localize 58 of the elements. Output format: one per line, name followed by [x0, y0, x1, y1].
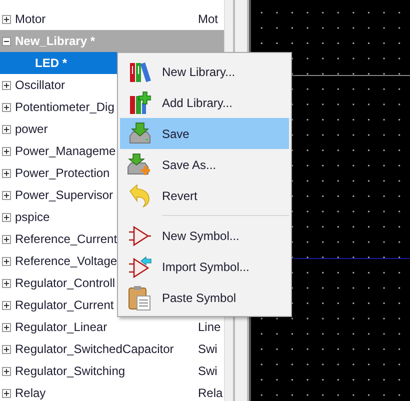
library-name: Relay [15, 386, 46, 400]
expand-icon[interactable] [2, 124, 11, 134]
library-name: Motor [15, 12, 46, 26]
op-amp-import-icon [128, 256, 152, 278]
library-name: pspice [15, 210, 50, 224]
library-description: Swi [198, 364, 218, 378]
library-description: Line [198, 320, 221, 334]
library-name: Regulator_Linear [15, 320, 108, 334]
save-as-drive-icon [127, 152, 153, 176]
menu-item[interactable]: Save [120, 118, 289, 149]
expand-icon[interactable] [2, 278, 11, 288]
menu-item[interactable]: Add Library... [120, 87, 289, 118]
collapse-icon[interactable] [2, 36, 11, 46]
expand-icon[interactable] [2, 190, 11, 200]
library-name: New_Library * [15, 34, 96, 48]
books-plus-icon [129, 90, 151, 114]
library-name: power [15, 122, 48, 136]
tree-row[interactable]: Regulator_Linear Line [0, 316, 224, 338]
library-name: Reference_Voltage [15, 254, 118, 268]
library-name: Power_Protection [15, 166, 110, 180]
expand-icon[interactable] [2, 168, 11, 178]
expand-icon[interactable] [2, 300, 11, 310]
expand-icon[interactable] [2, 80, 11, 90]
expand-icon[interactable] [2, 366, 11, 376]
library-description: Rela [198, 386, 223, 400]
library-name: Power_Manageme [15, 144, 116, 158]
library-description: Mot [198, 12, 218, 26]
expand-icon[interactable] [2, 102, 11, 112]
expand-icon[interactable] [2, 14, 11, 24]
tree-row[interactable]: Regulator_Switching Swi [0, 360, 224, 382]
library-name: Regulator_Controll [15, 276, 116, 290]
library-name: Regulator_Switching [15, 364, 126, 378]
library-description: Swi [198, 342, 218, 356]
expand-icon[interactable] [2, 256, 11, 266]
tree-row[interactable]: Relay Rela [0, 382, 224, 401]
library-name: Reference_Current [15, 232, 118, 246]
expand-icon[interactable] [2, 234, 11, 244]
expand-icon[interactable] [2, 388, 11, 398]
books-icon [129, 60, 151, 84]
menu-item[interactable]: Paste Symbol [120, 282, 289, 313]
library-name: Regulator_Current [15, 298, 114, 312]
paste-clipboard-icon [128, 284, 152, 310]
library-name: Oscillator [15, 78, 66, 92]
expand-icon[interactable] [2, 212, 11, 222]
expand-icon[interactable] [2, 344, 11, 354]
expand-icon[interactable] [2, 322, 11, 332]
tree-row[interactable]: Motor Mot [0, 8, 224, 30]
library-name: Regulator_SwitchedCapacitor [15, 342, 174, 356]
menu-item[interactable]: Import Symbol... [120, 251, 289, 282]
expand-icon[interactable] [2, 146, 11, 156]
library-name: Potentiometer_Dig [15, 100, 114, 114]
undo-arrow-icon [128, 184, 152, 208]
library-name: Power_Supervisor [15, 188, 114, 202]
tree-row[interactable]: Regulator_SwitchedCapacitor Swi [0, 338, 224, 360]
op-amp-symbol-icon [128, 224, 152, 246]
library-name: LED * [35, 56, 68, 70]
save-drive-icon [127, 122, 153, 146]
menu-item[interactable]: Save As... [120, 149, 289, 180]
